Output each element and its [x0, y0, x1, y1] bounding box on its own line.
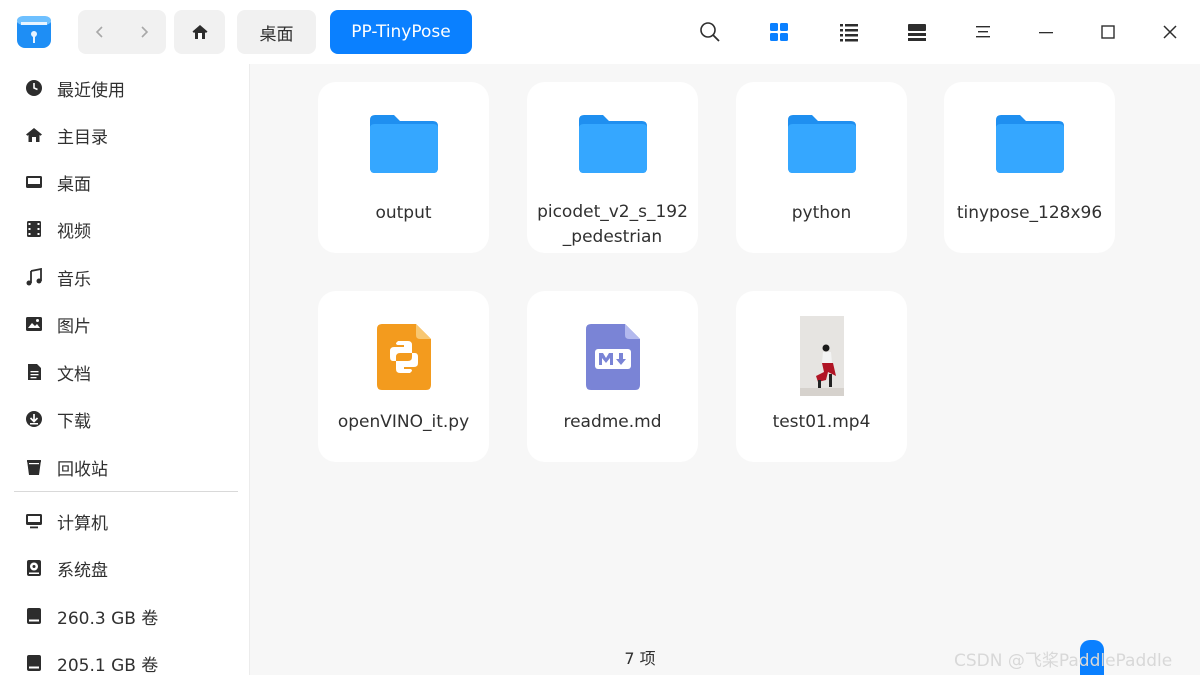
icon-view-icon [770, 23, 788, 41]
sidebar-item-label: 音乐 [57, 269, 91, 290]
drive-icon [24, 606, 44, 626]
maximize-button[interactable] [1088, 12, 1128, 52]
sidebar-item-documents[interactable]: 文档 [14, 352, 238, 392]
file-item-folder[interactable]: picodet_v2_s_192_pedestrian [527, 82, 698, 253]
file-name: python [791, 203, 852, 223]
search-button[interactable] [690, 12, 730, 52]
list-view-button[interactable] [829, 12, 869, 52]
breadcrumb-desktop[interactable]: 桌面 [237, 10, 316, 54]
file-name: test01.mp4 [772, 412, 871, 432]
video-thumbnail [736, 316, 907, 396]
sidebar-item-system-disk[interactable]: 系统盘 [14, 548, 238, 588]
breadcrumb-current-folder[interactable]: PP-TinyPose [330, 10, 472, 54]
file-item-folder[interactable]: python [736, 82, 907, 253]
sidebar-item-trash[interactable]: 回收站 [14, 447, 238, 487]
back-button[interactable] [78, 10, 122, 54]
minimize-button[interactable] [1026, 12, 1066, 52]
menu-icon [976, 26, 990, 38]
sidebar-item-downloads[interactable]: 下载 [14, 399, 238, 439]
folder-icon [527, 112, 698, 192]
folder-icon [736, 112, 907, 192]
picture-icon [24, 314, 44, 334]
folder-icon [944, 112, 1115, 192]
drive-icon [24, 653, 44, 673]
sidebar-divider [14, 491, 238, 492]
file-name: openVINO_it.py [337, 412, 470, 432]
trash-icon [24, 457, 44, 477]
item-count: 7 项 [624, 649, 656, 668]
minimize-icon [1039, 32, 1053, 34]
sidebar: 最近使用 主目录 桌面 视频 音乐 图片 文档 下载 回收站 计算机 系统盘 2… [0, 64, 250, 675]
sidebar-item-pictures[interactable]: 图片 [14, 304, 238, 344]
icon-view-button[interactable] [759, 12, 799, 52]
home-button[interactable] [174, 10, 225, 54]
sidebar-item-label: 最近使用 [57, 80, 125, 101]
sidebar-item-label: 主目录 [57, 127, 108, 148]
music-icon [24, 267, 44, 287]
markdown-file-icon [527, 323, 698, 403]
sidebar-item-music[interactable]: 音乐 [14, 257, 238, 297]
sidebar-item-label: 图片 [57, 316, 91, 337]
sidebar-item-label: 205.1 GB 卷 [57, 655, 159, 675]
home-icon [192, 25, 207, 39]
computer-icon [24, 511, 44, 531]
document-icon [24, 362, 44, 382]
sidebar-item-label: 视频 [57, 221, 91, 242]
desktop-icon [24, 172, 44, 192]
list-view-icon [840, 24, 858, 42]
title-bar: 桌面 PP-TinyPose [0, 0, 1200, 64]
video-icon [24, 219, 44, 239]
file-item-python[interactable]: openVINO_it.py [318, 291, 489, 462]
sidebar-item-videos[interactable]: 视频 [14, 209, 238, 249]
sidebar-item-recent[interactable]: 最近使用 [14, 68, 238, 108]
back-icon [95, 26, 103, 38]
close-icon [1163, 25, 1177, 39]
system-disk-icon [24, 558, 44, 578]
file-name: output [375, 203, 432, 223]
file-item-folder[interactable]: tinypose_128x96 [944, 82, 1115, 253]
main-menu-button[interactable] [963, 12, 1003, 52]
close-button[interactable] [1150, 12, 1190, 52]
forward-icon [141, 26, 149, 38]
sidebar-item-volume-260[interactable]: 260.3 GB 卷 [14, 596, 238, 636]
forward-button[interactable] [122, 10, 166, 54]
file-name: tinypose_128x96 [956, 203, 1103, 223]
file-name: readme.md [563, 412, 662, 432]
detail-view-button[interactable] [897, 12, 937, 52]
home-icon [24, 125, 44, 145]
file-manager-app-icon [14, 12, 54, 52]
clock-icon [24, 78, 44, 98]
file-item-markdown[interactable]: readme.md [527, 291, 698, 462]
sidebar-item-label: 系统盘 [57, 560, 108, 581]
file-name: picodet_v2_s_192_pedestrian [537, 202, 688, 247]
sidebar-item-computer[interactable]: 计算机 [14, 501, 238, 541]
sidebar-item-desktop[interactable]: 桌面 [14, 162, 238, 202]
sidebar-item-home[interactable]: 主目录 [14, 115, 238, 155]
download-icon [24, 409, 44, 429]
sidebar-item-label: 文档 [57, 364, 91, 385]
maximize-icon [1101, 25, 1115, 39]
detail-view-icon [908, 24, 926, 41]
folder-icon [318, 112, 489, 192]
file-item-video[interactable]: test01.mp4 [736, 291, 907, 462]
sidebar-item-label: 回收站 [57, 459, 108, 480]
history-navigation [78, 10, 166, 54]
search-icon [700, 22, 720, 42]
sidebar-item-label: 下载 [57, 411, 91, 432]
sidebar-item-volume-205[interactable]: 205.1 GB 卷 [14, 643, 238, 675]
file-item-folder[interactable]: output [318, 82, 489, 253]
sidebar-item-label: 桌面 [57, 174, 91, 195]
sidebar-item-label: 260.3 GB 卷 [57, 608, 159, 629]
sidebar-item-label: 计算机 [57, 513, 108, 534]
watermark: CSDN @飞桨PaddlePaddle [954, 651, 1173, 671]
python-file-icon [318, 323, 489, 403]
